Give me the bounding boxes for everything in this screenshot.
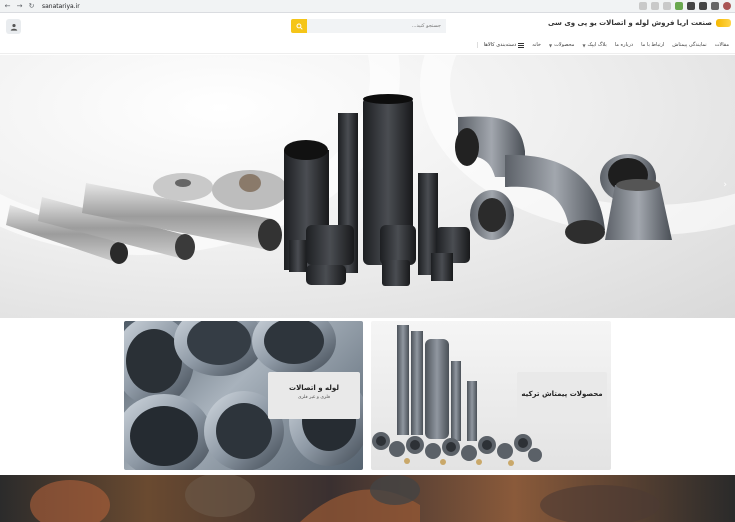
card-label: محصولات پیمتاش ترکیه xyxy=(517,372,607,419)
pipes-illustration xyxy=(6,94,672,286)
extension-icon[interactable] xyxy=(675,2,683,10)
user-icon[interactable] xyxy=(6,19,21,34)
nav-item-label: محصولات xyxy=(554,42,575,48)
promo-banner[interactable] xyxy=(0,475,735,522)
categories-label: دسته‌بندی کالاها xyxy=(483,42,517,48)
address-bar[interactable]: sanatariya.ir xyxy=(42,3,80,10)
card-subtitle: فلزی و غیر فلزی xyxy=(298,395,330,400)
browser-toolbar: ← → ↻ sanatariya.ir xyxy=(0,0,735,13)
slider-next-icon[interactable]: › xyxy=(723,180,727,190)
reload-icon[interactable]: ↻ xyxy=(27,2,36,11)
nav-item-articles[interactable]: مقالات xyxy=(715,42,729,48)
extension-icon[interactable] xyxy=(699,2,707,10)
logo-icon xyxy=(716,19,731,27)
hamburger-icon xyxy=(518,42,525,48)
extension-icons xyxy=(639,2,731,10)
card-title: لوله و اتصالات xyxy=(289,384,339,392)
extension-icon[interactable] xyxy=(639,2,647,10)
search-bar xyxy=(291,19,446,33)
card-title: محصولات پیمتاش ترکیه xyxy=(521,390,603,398)
card-label: لوله و اتصالات فلزی و غیر فلزی xyxy=(268,372,360,419)
nav-item-label: بلاگ ایپک xyxy=(587,42,607,48)
nav-item-blog[interactable]: بلاگ ایپک ▼ xyxy=(582,42,606,48)
extension-icon[interactable] xyxy=(651,2,659,10)
site-header: صنعت اریا فروش لوله و اتصالات یو پی وی س… xyxy=(0,13,735,40)
categories-menu[interactable]: دسته‌بندی کالاها xyxy=(476,42,525,48)
extension-icon[interactable] xyxy=(711,2,719,10)
nav-item-products[interactable]: محصولات ▼ xyxy=(549,42,574,48)
profile-avatar[interactable] xyxy=(723,2,731,10)
chevron-down-icon: ▼ xyxy=(582,42,586,48)
nav-item-about[interactable]: درباره ما xyxy=(615,42,633,48)
extension-icon[interactable] xyxy=(687,2,695,10)
brand[interactable]: صنعت اریا فروش لوله و اتصالات یو پی وی س… xyxy=(548,19,731,27)
category-card-pipes[interactable]: لوله و اتصالات فلزی و غیر فلزی xyxy=(124,321,363,470)
arrow-left-icon[interactable]: ← xyxy=(3,2,12,11)
main-nav: دسته‌بندی کالاها خانه محصولات ▼ بلاگ ایپک… xyxy=(0,40,735,54)
brand-title: صنعت اریا فروش لوله و اتصالات یو پی وی س… xyxy=(547,19,712,27)
workers-photo xyxy=(30,475,660,522)
chevron-down-icon: ▼ xyxy=(548,42,553,48)
extension-icon[interactable] xyxy=(663,2,671,10)
nav-item-agency[interactable]: نمایندگی پیمتاش xyxy=(672,42,706,48)
search-input[interactable] xyxy=(307,19,446,33)
arrow-right-icon[interactable]: → xyxy=(15,2,24,11)
hero-banner[interactable]: › xyxy=(0,55,735,318)
search-icon[interactable] xyxy=(291,19,307,33)
nav-item-contact[interactable]: ارتباط با ما xyxy=(641,42,664,48)
category-card-pimtash[interactable]: محصولات پیمتاش ترکیه xyxy=(371,321,611,470)
nav-item-home[interactable]: خانه xyxy=(532,42,541,48)
